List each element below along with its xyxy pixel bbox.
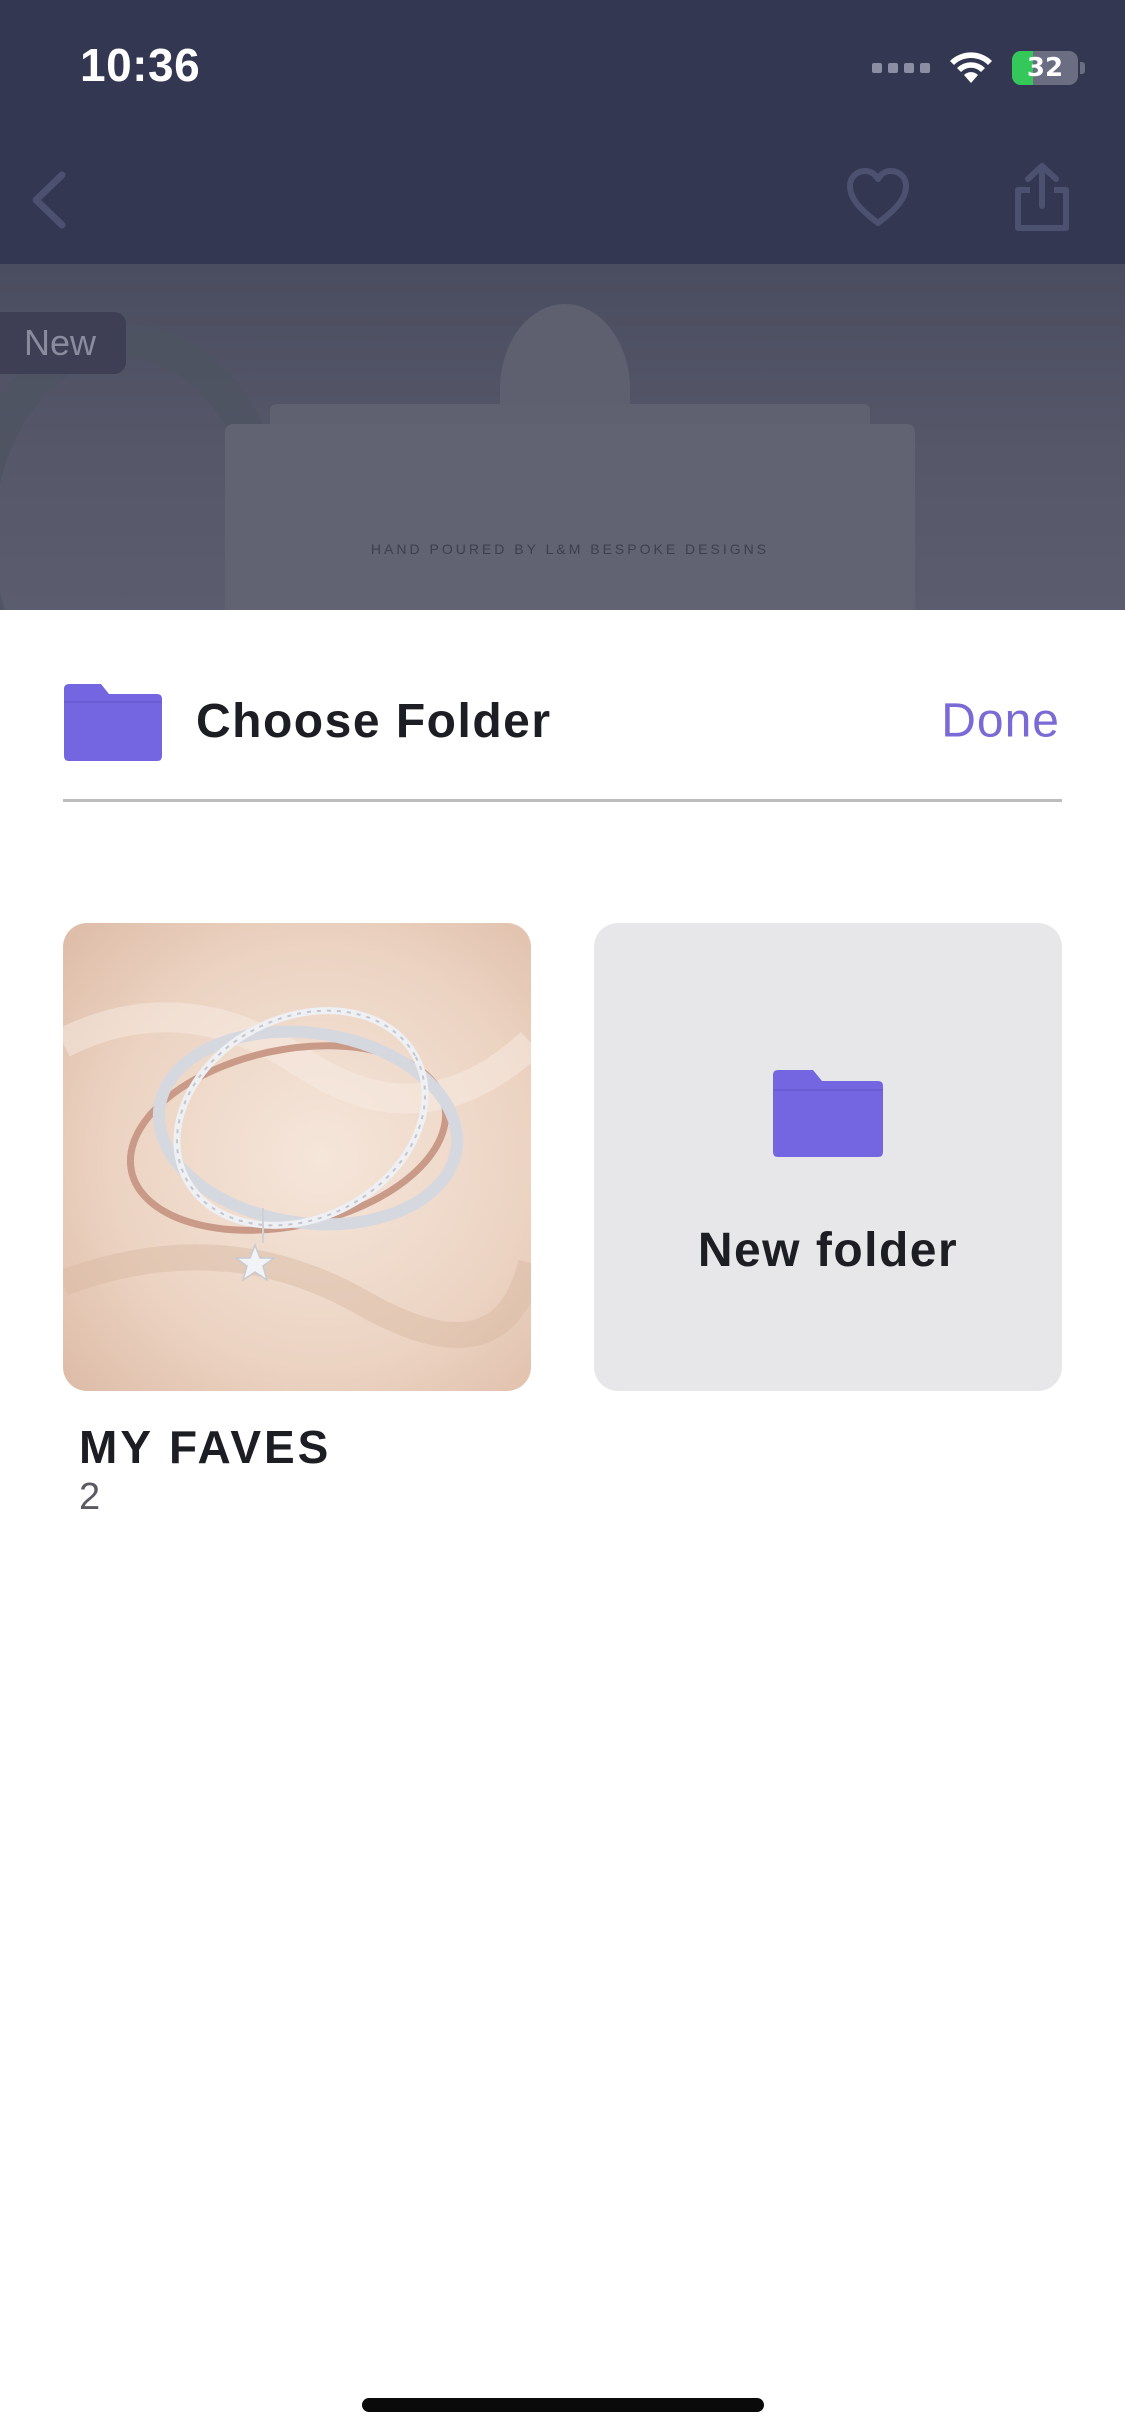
done-button[interactable]: Done <box>941 694 1060 749</box>
product-page-header: 10:36 32 <box>0 0 1125 264</box>
status-time: 10:36 <box>80 39 201 91</box>
share-icon[interactable] <box>1010 160 1074 234</box>
folder-name: MY FAVES <box>79 1421 332 1473</box>
folder-icon <box>773 1070 883 1157</box>
heart-icon[interactable] <box>845 165 911 231</box>
new-badge: New <box>0 312 126 374</box>
product-image: HAND POURED BY L&M BESPOKE DESIGNS <box>0 264 1125 610</box>
folder-icon <box>64 684 162 761</box>
new-folder-button[interactable]: New folder <box>594 923 1062 1391</box>
sheet-title: Choose Folder <box>196 694 552 748</box>
new-folder-label: New folder <box>697 1224 959 1277</box>
divider <box>63 799 1062 802</box>
battery-icon: 32 <box>1012 51 1078 85</box>
status-icons: 32 <box>872 48 1085 88</box>
folder-card-my-faves[interactable] <box>63 923 531 1391</box>
screen: 10:36 32 HAND POURED BY L&M BESPOKE DESI… <box>0 0 1125 2436</box>
folder-count: 2 <box>79 1476 101 1518</box>
product-label-text: HAND POURED BY L&M BESPOKE DESIGNS <box>370 541 770 557</box>
choose-folder-sheet: Choose Folder Done MY FAVES 2 New folder <box>0 610 1125 2436</box>
product-decor <box>225 424 915 610</box>
wifi-icon <box>950 52 992 83</box>
battery-level: 32 <box>1026 53 1064 83</box>
battery-cap <box>1080 62 1085 74</box>
sheet-header: Choose Folder Done <box>63 676 1062 766</box>
folder-thumbnail <box>63 923 531 1391</box>
home-indicator <box>362 2398 764 2412</box>
cellular-signal-icon <box>872 63 930 73</box>
chevron-left-icon[interactable] <box>20 165 80 235</box>
